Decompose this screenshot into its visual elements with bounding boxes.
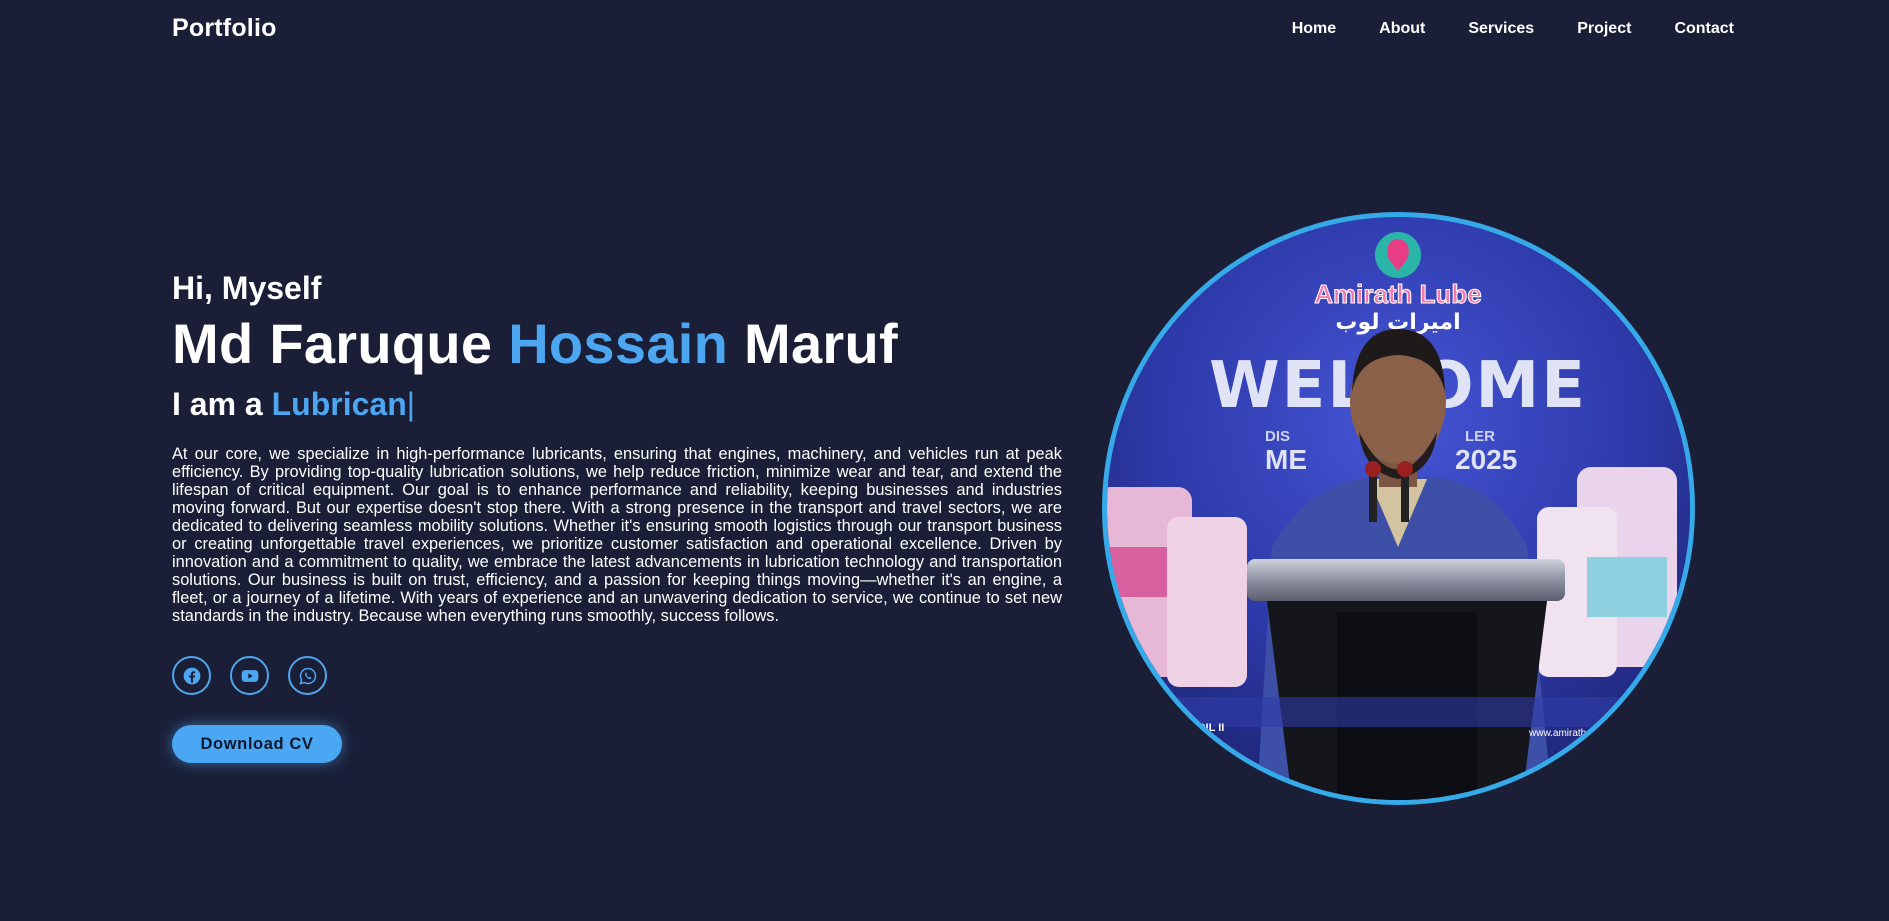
role-line: I am a Lubrican| (172, 384, 1062, 424)
youtube-icon (241, 669, 258, 682)
hero-text: Hi, Myself Md Faruque Hossain Maruf I am… (172, 268, 1062, 763)
banner-bottom-left: OIL II (1197, 722, 1224, 734)
banner-sub-left: DIS (1265, 428, 1290, 445)
name-first: Md Faruque (172, 312, 493, 375)
greeting: Hi, Myself (172, 270, 322, 306)
banner-sub-right: LER (1465, 428, 1495, 445)
name-middle: Hossain (508, 312, 729, 375)
nav-link-services[interactable]: Services (1468, 20, 1534, 37)
hero-description: At our core, we specialize in high-perfo… (172, 445, 1062, 625)
facebook-link[interactable] (172, 656, 211, 695)
profile-photo: Amirath Lube اميرات لوب WELCOME DIS LER … (1102, 212, 1695, 805)
brand-logo (1375, 232, 1421, 278)
banner-url: www.amirath (1528, 728, 1586, 739)
nav-link-contact[interactable]: Contact (1674, 20, 1734, 37)
facebook-icon (183, 667, 200, 684)
typing-cursor: | (406, 386, 416, 422)
whatsapp-link[interactable] (288, 656, 327, 695)
nav-links: Home About Services Project Contact (1292, 20, 1734, 38)
nav-link-project[interactable]: Project (1577, 20, 1631, 37)
whatsapp-icon (298, 667, 316, 685)
profile-photo-illustration: Amirath Lube اميرات لوب WELCOME DIS LER … (1107, 217, 1690, 800)
banner-year: 2025 (1455, 444, 1517, 475)
nav-link-home[interactable]: Home (1292, 20, 1336, 37)
banner-line: ME (1265, 444, 1307, 475)
nav-link-about[interactable]: About (1379, 20, 1425, 37)
product-bottles-left (1107, 487, 1247, 687)
brand-name: Amirath Lube (1314, 279, 1482, 309)
podium (1247, 559, 1565, 800)
role-typed: Lubrican (271, 386, 407, 422)
youtube-link[interactable] (230, 656, 269, 695)
name-last: Maruf (744, 312, 898, 375)
hero-name: Md Faruque Hossain Maruf (172, 310, 1062, 378)
social-links (172, 656, 1062, 695)
logo[interactable]: Portfolio (172, 14, 277, 43)
role-prefix: I am a (172, 386, 263, 422)
navbar: Portfolio Home About Services Project Co… (0, 0, 1889, 62)
download-cv-button[interactable]: Download CV (172, 725, 342, 763)
